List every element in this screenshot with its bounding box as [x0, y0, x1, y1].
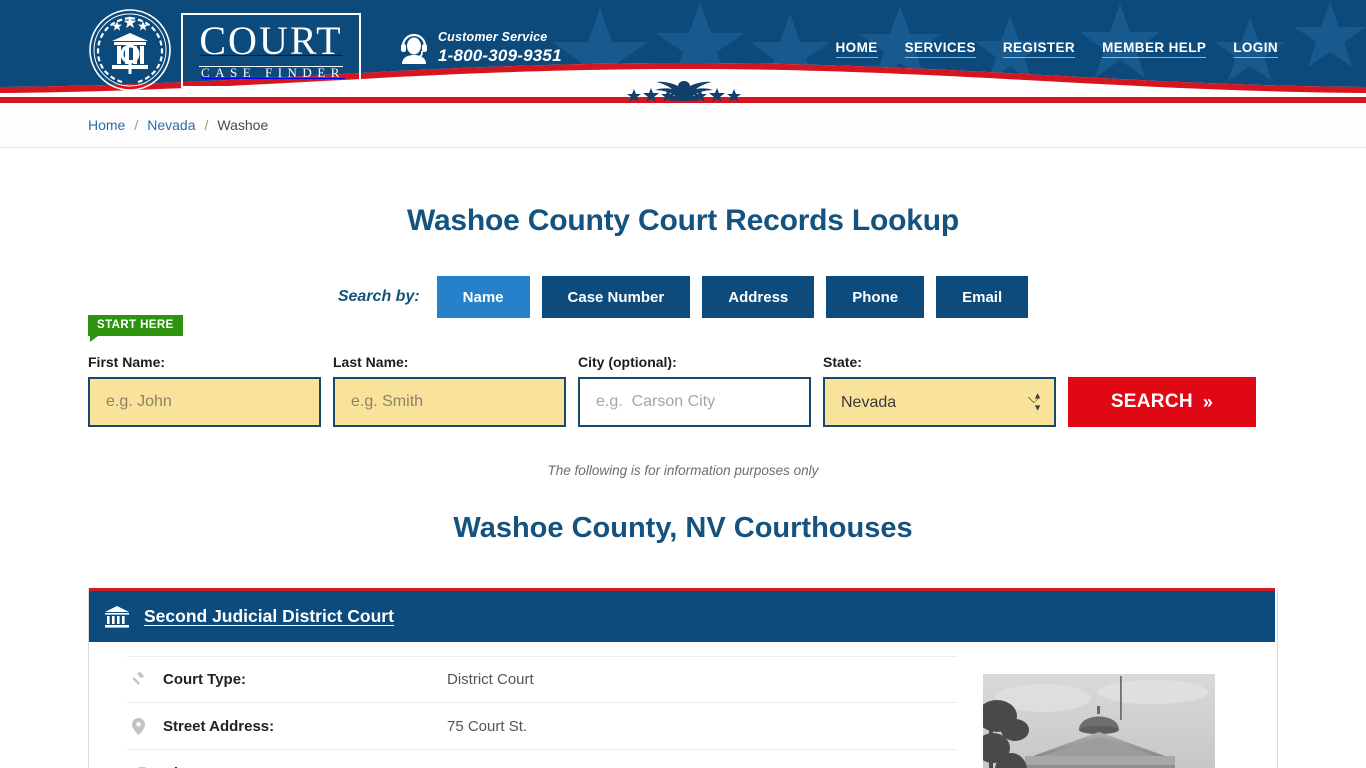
state-select[interactable]: Nevada [823, 377, 1056, 427]
table-row: Street Address: 75 Court St. [127, 703, 957, 750]
detail-label-street-address: Street Address: [163, 717, 275, 735]
nav-services[interactable]: SERVICES [904, 40, 976, 58]
breadcrumb-item-home[interactable]: Home [88, 117, 125, 133]
customer-service-block: Customer Service 1-800-309-9351 [399, 30, 562, 66]
city-field-group: City (optional): [578, 354, 811, 427]
first-name-input[interactable] [88, 377, 321, 427]
tab-phone[interactable]: Phone [826, 276, 925, 318]
search-form-wrapper: START HERE First Name: Last Name: City (… [88, 315, 1278, 427]
map-pin-icon [127, 717, 149, 735]
gavel-icon [127, 671, 149, 688]
court-seal-icon [89, 9, 171, 91]
court-title-link[interactable]: Second Judicial District Court [144, 606, 394, 627]
detail-label-court-type: Court Type: [163, 671, 247, 688]
breadcrumb: Home / Nevada / Washoe [88, 117, 1278, 133]
court-photo-wrapper [957, 656, 1247, 768]
headset-support-icon [400, 33, 427, 64]
page-title: Washoe County Court Records Lookup [406, 204, 960, 237]
last-name-field-group: Last Name: [333, 354, 566, 427]
breadcrumb-item-nevada[interactable]: Nevada [147, 117, 195, 133]
court-card-header: Second Judicial District Court [89, 588, 1275, 642]
tab-name[interactable]: Name [436, 276, 530, 318]
last-name-input[interactable] [333, 377, 566, 427]
state-select-wrapper: Nevada ▲ ▼ [823, 377, 1056, 427]
breadcrumb-item-washoe: Washoe [217, 117, 269, 133]
city-input[interactable] [578, 377, 811, 427]
state-label: State: [823, 354, 862, 370]
site-header: COURT CASE FINDER Customer Service 1-800… [0, 0, 1366, 103]
breadcrumb-bar: Home / Nevada / Washoe [0, 103, 1366, 148]
main-navigation: HOME SERVICES REGISTER MEMBER HELP LOGIN [835, 40, 1278, 58]
search-by-label: Search by: [337, 288, 420, 305]
main-content: Washoe County Court Records Lookup Searc… [88, 204, 1278, 768]
table-row: City: Reno [127, 750, 957, 768]
nav-login[interactable]: LOGIN [1233, 40, 1278, 58]
customer-service-phone[interactable]: 1-800-309-9351 [438, 46, 562, 66]
double-chevron-right-icon: » [1202, 391, 1214, 412]
court-card-body: Court Type: District Court Street Addres… [89, 642, 1277, 768]
court-card: Second Judicial District Court Court Typ… [88, 588, 1278, 768]
logo-wordmark: COURT CASE FINDER [181, 12, 361, 88]
city-label: City (optional): [578, 354, 677, 370]
detail-value-court-type: District Court [447, 671, 534, 688]
state-field-group: State: Nevada ▲ ▼ [823, 354, 1056, 427]
last-name-label: Last Name: [333, 354, 409, 370]
logo-word-sub: CASE FINDER [201, 64, 345, 80]
breadcrumb-separator: / [134, 117, 139, 133]
first-name-label: First Name: [88, 354, 166, 370]
nav-home[interactable]: HOME [835, 40, 878, 58]
breadcrumb-separator: / [204, 117, 209, 133]
search-type-tabs: Search by: Name Case Number Address Phon… [88, 276, 1278, 318]
tab-email[interactable]: Email [936, 276, 1029, 318]
detail-value-street-address: 75 Court St. [447, 717, 528, 735]
detail-label-city: City: [163, 765, 447, 768]
nav-register[interactable]: REGISTER [1002, 40, 1076, 58]
detail-value-city: Reno [447, 765, 483, 768]
court-search-form: First Name: Last Name: City (optional): … [88, 335, 1278, 427]
logo-word-main: COURT [199, 17, 343, 67]
search-button[interactable]: SEARCH » [1068, 377, 1256, 427]
table-row: Court Type: District Court [127, 656, 957, 703]
section-title-courthouses: Washoe County, NV Courthouses [453, 512, 913, 544]
first-name-field-group: First Name: [88, 354, 321, 427]
search-button-label: SEARCH [1110, 391, 1193, 412]
customer-service-label: Customer Service [437, 30, 548, 44]
disclaimer-text: The following is for information purpose… [547, 463, 819, 478]
court-details-list: Court Type: District Court Street Addres… [127, 656, 957, 768]
tab-address[interactable]: Address [702, 276, 815, 318]
tab-case-number[interactable]: Case Number [541, 276, 691, 318]
site-logo[interactable]: COURT CASE FINDER [88, 8, 361, 92]
start-here-badge: START HERE [88, 315, 183, 343]
bank-courthouse-icon [105, 605, 129, 628]
nav-member-help[interactable]: MEMBER HELP [1102, 40, 1207, 58]
courthouse-photo [983, 674, 1215, 768]
